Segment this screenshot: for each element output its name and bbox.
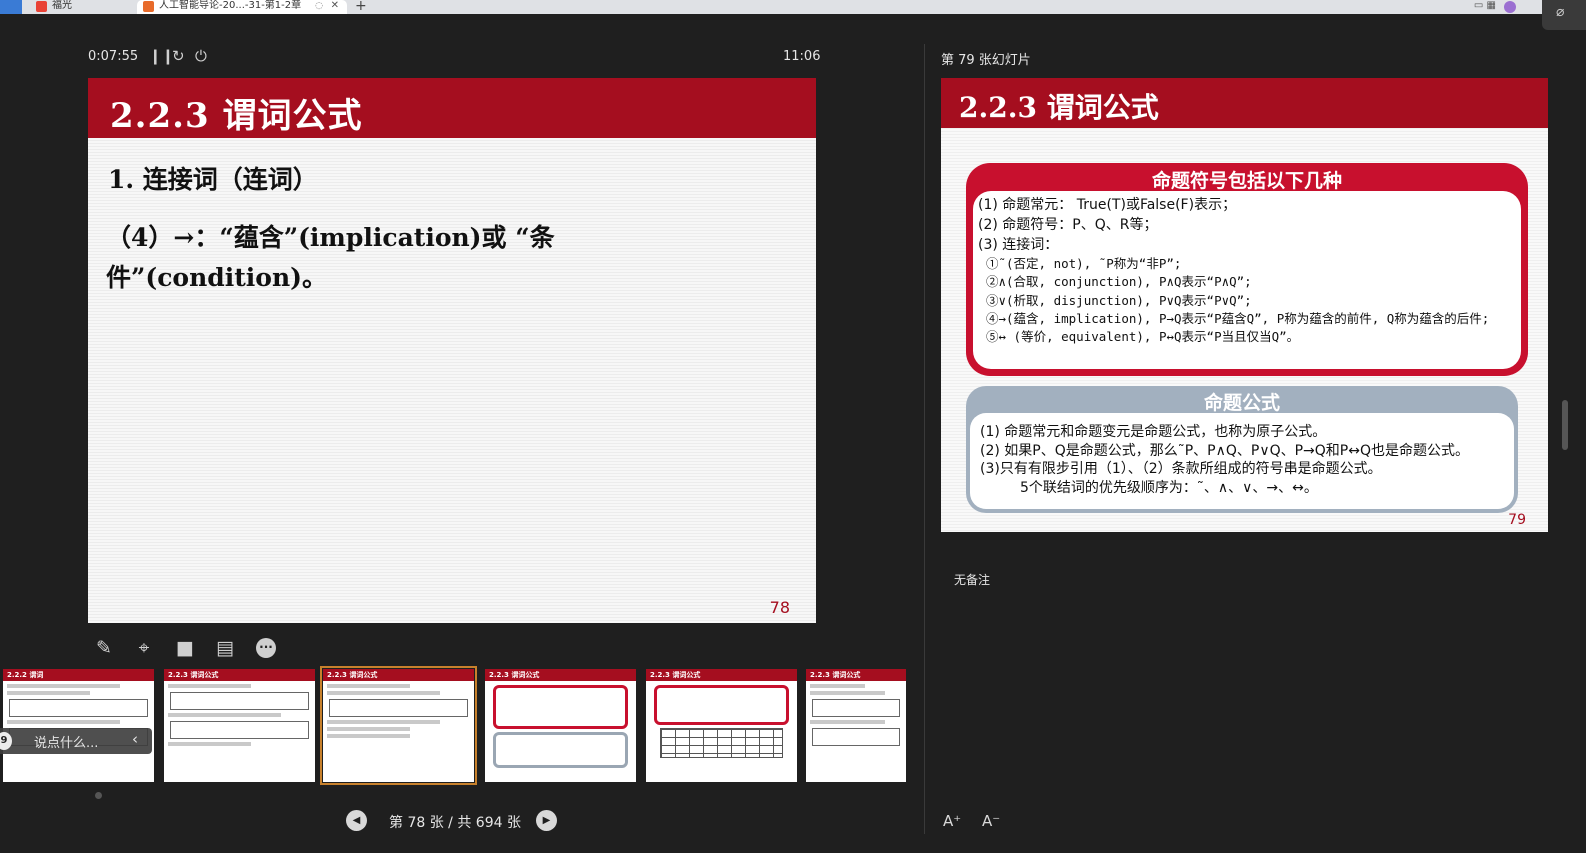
- panel-body: (1) 命题常元： True(T)或False(F)表示； (2) 命题符号：P…: [973, 191, 1521, 369]
- browser-tab-1[interactable]: 福光: [30, 0, 130, 14]
- chevron-left-icon[interactable]: ‹: [132, 730, 138, 748]
- tab-label: 人工智能导论-20...-31-第1-2章: [159, 0, 302, 11]
- slide-heading: 1. 连接词（连词）: [108, 165, 318, 194]
- thumbnail-title: 2.2.2 谓词: [3, 669, 154, 681]
- chat-placeholder[interactable]: 说点什么...: [34, 732, 98, 751]
- restart-icon[interactable]: ↻: [172, 47, 185, 65]
- browser-tab-active[interactable]: 人工智能导论-20...-31-第1-2章 ◌ ✕: [137, 0, 347, 14]
- slide-body-text: （4）→：“蕴含”(implication)或 “条件”(condition)。: [106, 223, 555, 292]
- tab-close-icon[interactable]: ✕: [331, 0, 339, 12]
- mic-off-icon: ⌀: [1556, 4, 1565, 20]
- connective-item: ④→(蕴含, implication), P→Q表示“P蕴含Q”, P称为蕴含的…: [986, 310, 1490, 326]
- thumbnail-title: 2.2.3 谓词公式: [164, 669, 315, 681]
- increase-font-icon[interactable]: A⁺: [943, 812, 961, 830]
- power-icon[interactable]: ⏻: [195, 47, 207, 65]
- next-slide-button[interactable]: ▶: [536, 810, 557, 831]
- profile-avatar-icon[interactable]: [1504, 1, 1516, 13]
- browser-toolbar-icons[interactable]: ▭ ▦: [1474, 0, 1496, 11]
- connective-item: ⑤↔ (等价, equivalent), P↔Q表示“P当且仅当Q”。: [986, 329, 1300, 345]
- connective-item: ③∨(析取, disjunction), P∨Q表示“P∨Q”;: [986, 292, 1252, 308]
- pane-divider[interactable]: [924, 44, 925, 834]
- proposition-symbols-panel: 命题符号包括以下几种 (1) 命题常元： True(T)或False(F)表示；…: [966, 163, 1528, 376]
- thumbnail-title: 2.2.3 谓词公式: [485, 669, 636, 681]
- panel-title: 命题公式: [1203, 392, 1280, 414]
- connective-item: ②∧(合取, conjunction), P∧Q表示“P∧Q”;: [986, 274, 1252, 290]
- thumbnail-slide-78[interactable]: 2.2.3 谓词公式: [320, 666, 477, 785]
- proposition-formula-panel: 命题公式 (1) 命题常元和命题变元是命题公式，也称为原子公式。 (2) 如果P…: [966, 386, 1518, 513]
- corner-button[interactable]: ⌀: [1542, 0, 1586, 30]
- slide-page-number: 79: [1508, 512, 1526, 528]
- next-slide-label: 第 79 张幻灯片: [941, 53, 1031, 68]
- thumbnail-slide-81[interactable]: 2.2.3 谓词公式: [806, 669, 906, 782]
- panel-line: (1) 命题常元和命题变元是命题公式，也称为原子公式。: [980, 424, 1327, 440]
- thumbnail-title: 2.2.3 谓词公式: [806, 669, 906, 681]
- tab-favicon-icon: [36, 1, 47, 12]
- new-tab-button[interactable]: +: [355, 0, 367, 14]
- panel-line: (3) 连接词：: [978, 237, 1059, 253]
- tab-favicon-icon: [143, 1, 154, 12]
- panel-line: (2) 命题符号：P、Q、R等；: [978, 217, 1158, 233]
- slide-title: 2.2.3 谓词公式: [110, 96, 363, 136]
- thumbnail-title: 2.2.3 谓词公式: [646, 669, 797, 681]
- scroll-indicator: [95, 792, 102, 799]
- connective-item: ①˜(否定, not), ˜P称为“非P”;: [986, 256, 1182, 271]
- slide-header-bar: 2.2.3 谓词公式: [88, 78, 816, 138]
- panel-line: (1) 命题常元： True(T)或False(F)表示；: [978, 197, 1237, 213]
- current-time: 11:06: [783, 49, 821, 64]
- slide-header-bar: 2.2.3 谓词公式: [941, 78, 1548, 128]
- speaker-notes[interactable]: 无备注: [954, 571, 990, 588]
- scrollbar-handle[interactable]: [1562, 400, 1568, 450]
- chat-icon: 9: [0, 732, 12, 750]
- elapsed-timer: 0:07:55: [88, 49, 139, 64]
- laser-pointer-icon[interactable]: ⌖: [132, 636, 156, 660]
- thumbnail-title: 2.2.3 谓词公式: [323, 669, 474, 681]
- slide-page-number: 78: [769, 598, 790, 617]
- panel-line: (2) 如果P、Q是命题公式，那么˜P、P∧Q、P∨Q、P→Q和P↔Q也是命题公…: [980, 442, 1469, 459]
- browser-menu-button[interactable]: [0, 0, 22, 14]
- decrease-font-icon[interactable]: A⁻: [982, 812, 1000, 830]
- chat-input-bar[interactable]: 9 说点什么... ‹: [0, 728, 152, 754]
- font-size-controls: A⁺ A⁻: [943, 812, 1016, 830]
- panel-title: 命题符号包括以下几种: [1151, 170, 1342, 192]
- thumbnail-slide-79[interactable]: 2.2.3 谓词公式: [485, 669, 636, 782]
- panel-line: (3)只有有限步引用（1）、（2）条款所组成的符号串是命题公式。: [980, 461, 1382, 477]
- panel-body: (1) 命题常元和命题变元是命题公式，也称为原子公式。 (2) 如果P、Q是命题…: [970, 413, 1514, 509]
- camera-icon[interactable]: ■: [173, 636, 197, 660]
- slide-title: 2.2.3 谓词公式: [959, 91, 1159, 124]
- tab-label: 福光: [52, 0, 72, 11]
- panel-line: 5个联结词的优先级顺序为：˜、∧、∨、→、↔。: [1020, 479, 1318, 496]
- browser-tab-bar: 福光 人工智能导论-20...-31-第1-2章 ◌ ✕ + ▭ ▦: [0, 0, 1586, 14]
- subtitle-icon[interactable]: ▤: [213, 636, 237, 660]
- pause-icon[interactable]: ❙❙: [149, 47, 174, 65]
- thumbnail-slide-80[interactable]: 2.2.3 谓词公式: [646, 669, 797, 782]
- more-icon[interactable]: ···: [256, 638, 276, 658]
- tab-mute-icon[interactable]: ◌: [315, 0, 323, 12]
- current-slide[interactable]: 2.2.3 谓词公式 1. 连接词（连词） （4）→：“蕴含”(implicat…: [88, 78, 816, 623]
- previous-slide-button[interactable]: ◀: [346, 810, 367, 831]
- next-slide-preview[interactable]: 2.2.3 谓词公式 命题符号包括以下几种 (1) 命题常元： True(T)或…: [941, 78, 1548, 532]
- thumbnail-slide-77[interactable]: 2.2.2 谓词: [3, 669, 154, 782]
- slide-counter: 第 78 张 / 共 694 张: [389, 815, 521, 831]
- pen-icon[interactable]: ✎: [92, 636, 116, 660]
- thumbnail-slide-77b[interactable]: 2.2.3 谓词公式: [164, 669, 315, 782]
